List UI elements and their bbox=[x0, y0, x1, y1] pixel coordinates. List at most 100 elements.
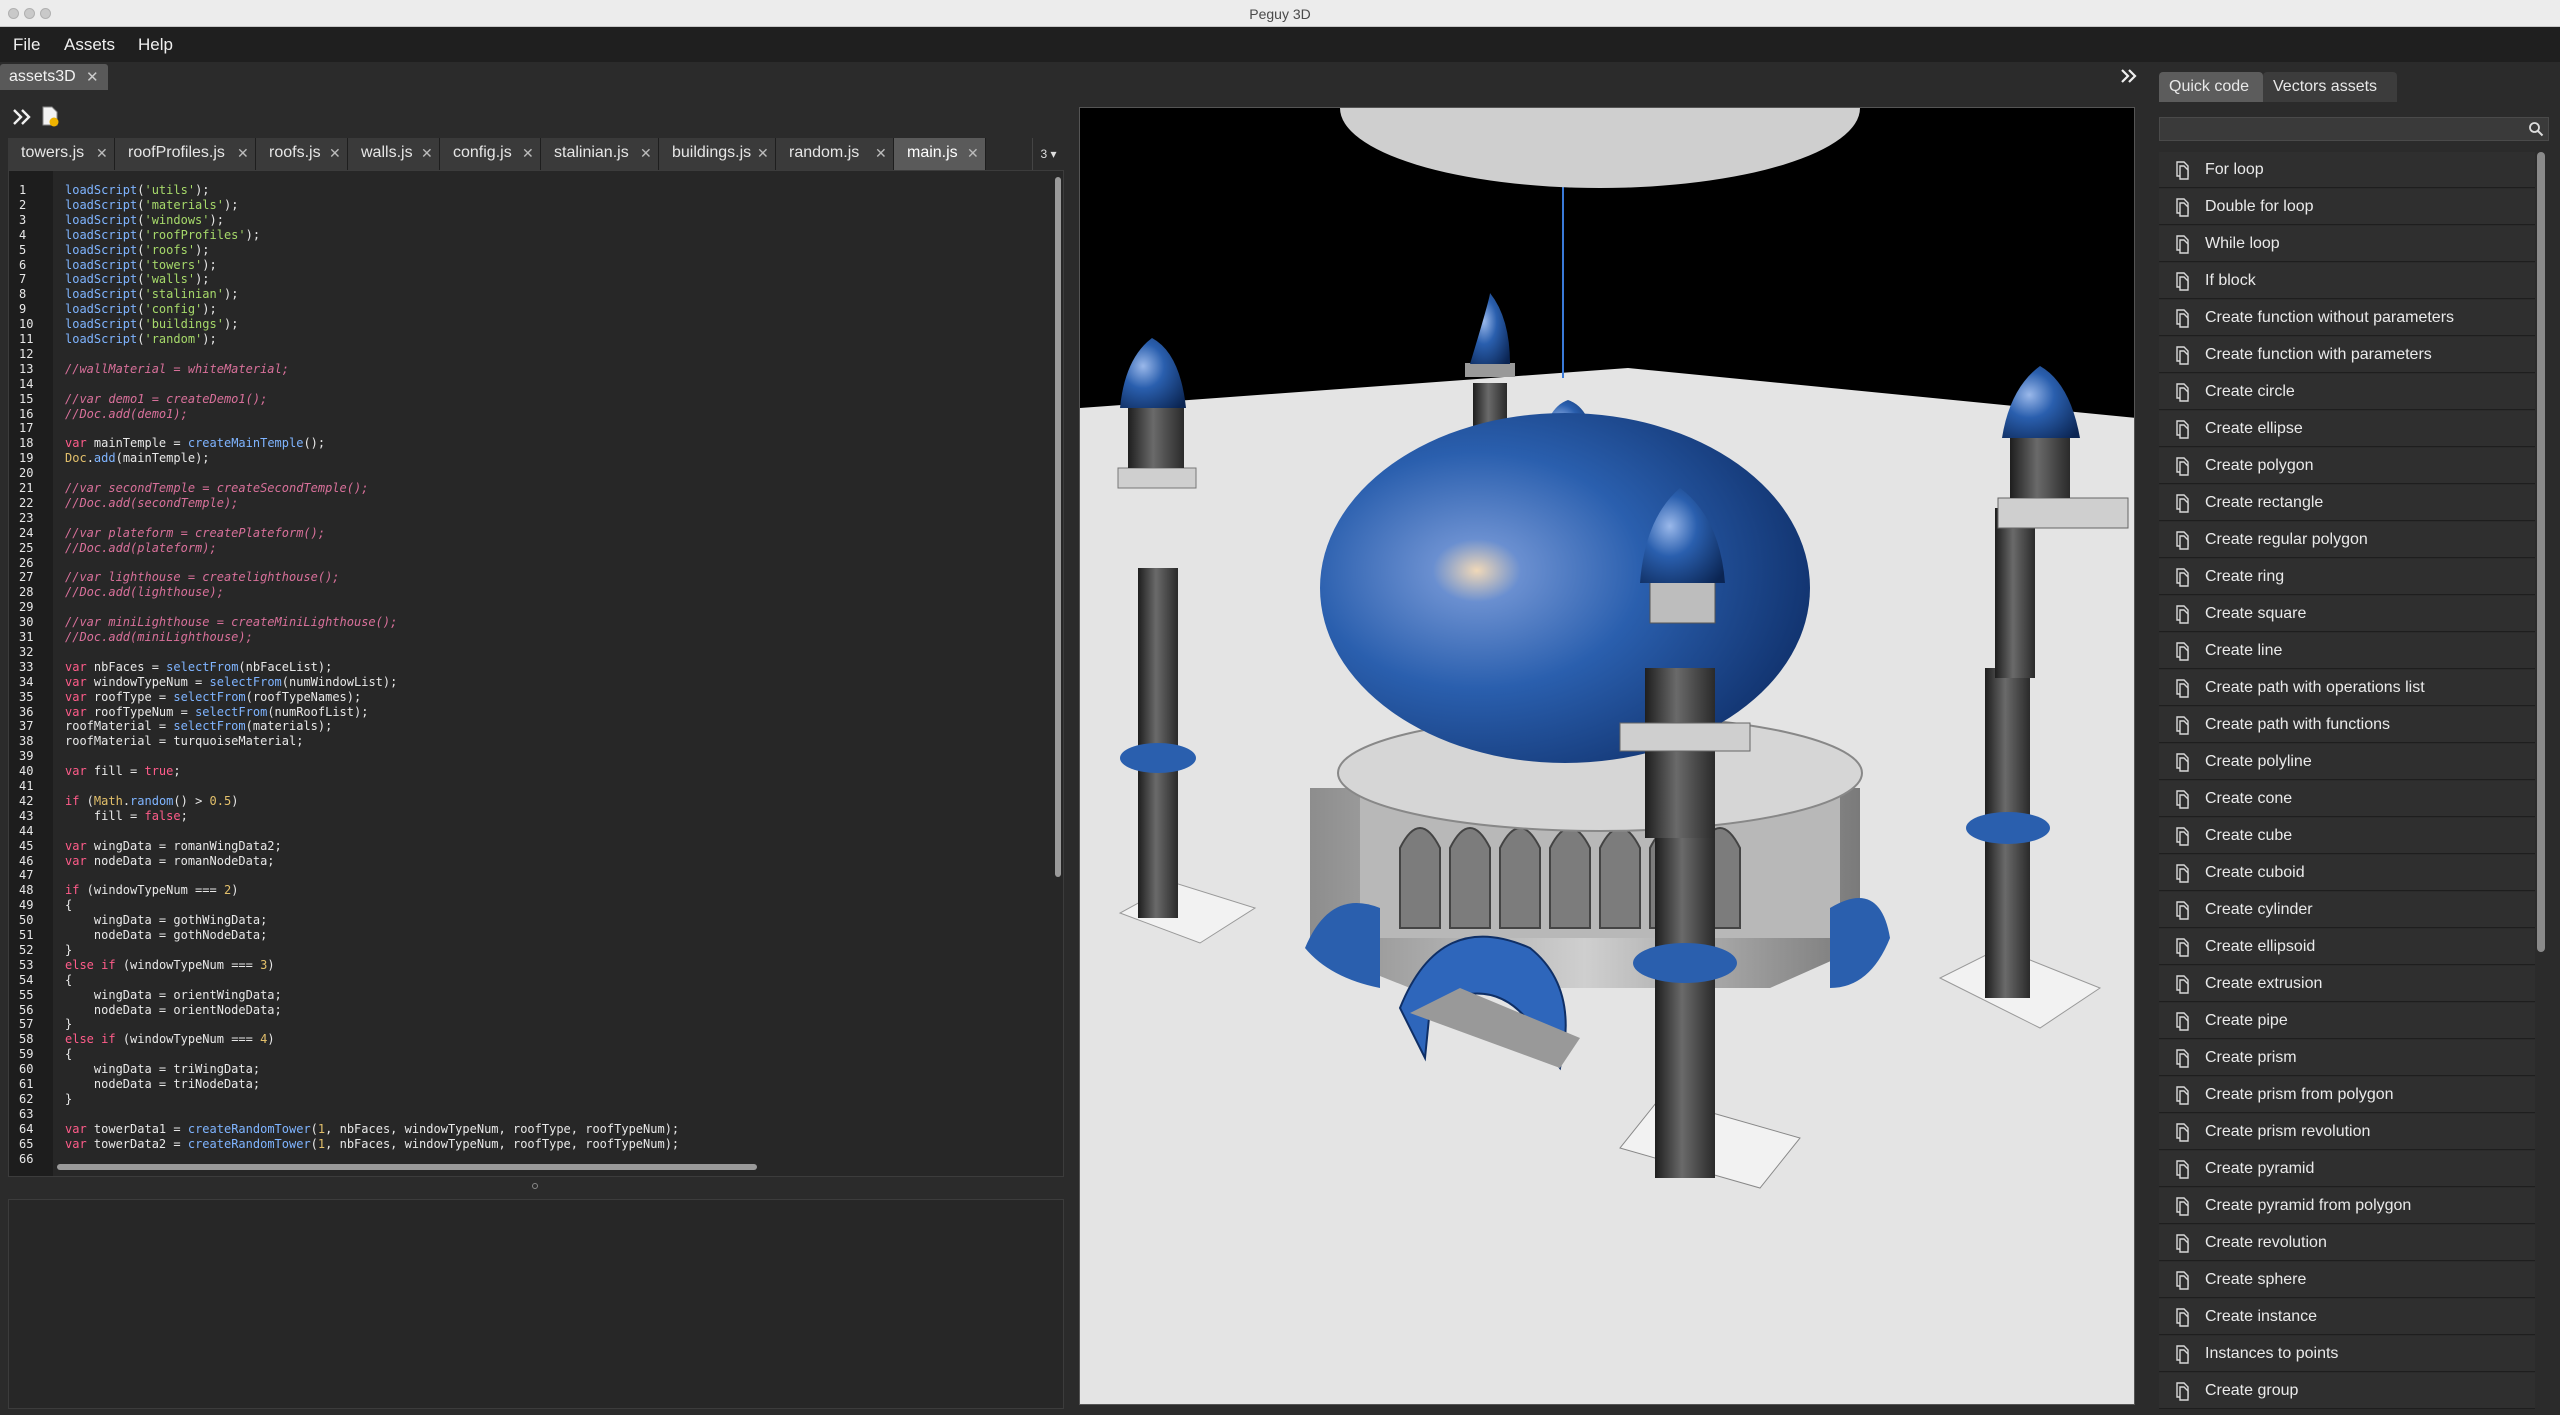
code-line[interactable]: roofMaterial = turquoiseMaterial; bbox=[65, 734, 303, 748]
quick-code-item[interactable]: Create prism bbox=[2159, 1040, 2535, 1076]
code-line[interactable]: loadScript('materials'); bbox=[65, 198, 238, 212]
code-line[interactable]: var mainTemple = createMainTemple(); bbox=[65, 436, 325, 450]
code-line[interactable]: if (windowTypeNum === 2) bbox=[65, 883, 238, 897]
code-line[interactable]: loadScript('roofProfiles'); bbox=[65, 228, 260, 242]
search-icon[interactable] bbox=[2528, 121, 2544, 137]
code-line[interactable]: fill = false; bbox=[65, 809, 188, 823]
quick-code-item[interactable]: Create function without parameters bbox=[2159, 300, 2535, 336]
tab-overflow-menu[interactable]: 3 ▾ bbox=[1032, 138, 1064, 170]
code-line[interactable]: } bbox=[65, 1017, 72, 1031]
code-line[interactable]: //var demo1 = createDemo1(); bbox=[65, 392, 267, 406]
code-line[interactable]: //Doc.add(demo1); bbox=[65, 407, 188, 421]
code-line[interactable]: else if (windowTypeNum === 3) bbox=[65, 958, 275, 972]
code-line[interactable]: { bbox=[65, 973, 72, 987]
quick-code-item[interactable]: Create instance bbox=[2159, 1299, 2535, 1335]
editor-vertical-scrollbar[interactable] bbox=[1055, 177, 1061, 877]
quick-code-item[interactable]: Create extrusion bbox=[2159, 966, 2535, 1002]
code-line[interactable]: if (Math.random() > 0.5) bbox=[65, 794, 238, 808]
code-line[interactable]: wingData = gothWingData; bbox=[65, 913, 267, 927]
code-line[interactable]: wingData = orientWingData; bbox=[65, 988, 282, 1002]
editor-horizontal-scrollbar[interactable] bbox=[57, 1164, 757, 1170]
close-icon[interactable]: ✕ bbox=[967, 145, 979, 162]
close-icon[interactable]: ✕ bbox=[329, 145, 341, 162]
tab-walls-js[interactable]: walls.js ✕ bbox=[348, 138, 440, 170]
code-line[interactable]: loadScript('windows'); bbox=[65, 213, 224, 227]
code-line[interactable]: else if (windowTypeNum === 4) bbox=[65, 1032, 275, 1046]
code-line[interactable]: var nodeData = romanNodeData; bbox=[65, 854, 275, 868]
code-line[interactable]: } bbox=[65, 943, 72, 957]
code-line[interactable]: } bbox=[65, 1092, 72, 1106]
code-line[interactable]: //var secondTemple = createSecondTemple(… bbox=[65, 481, 368, 495]
tab-random-js[interactable]: random.js ✕ bbox=[776, 138, 894, 170]
tab-config-js[interactable]: config.js ✕ bbox=[440, 138, 541, 170]
quick-code-item[interactable]: Create prism from polygon bbox=[2159, 1077, 2535, 1113]
quick-code-item[interactable]: Create line bbox=[2159, 633, 2535, 669]
close-icon[interactable]: ✕ bbox=[640, 145, 652, 162]
close-icon[interactable]: ✕ bbox=[96, 145, 108, 162]
code-line[interactable]: //Doc.add(secondTemple); bbox=[65, 496, 238, 510]
new-file-icon[interactable] bbox=[40, 106, 60, 128]
tab-roofprofiles-js[interactable]: roofProfiles.js ✕ bbox=[115, 138, 256, 170]
code-line[interactable]: loadScript('walls'); bbox=[65, 272, 210, 286]
quick-code-item[interactable]: Create path with operations list bbox=[2159, 670, 2535, 706]
quick-code-item[interactable]: Create ellipse bbox=[2159, 411, 2535, 447]
tab-main-js[interactable]: main.js ✕ bbox=[894, 138, 986, 170]
quick-code-item[interactable]: If block bbox=[2159, 263, 2535, 299]
quick-code-scrollbar[interactable] bbox=[2537, 152, 2545, 952]
quick-code-item[interactable]: For loop bbox=[2159, 152, 2535, 188]
quick-code-item[interactable]: Create cube bbox=[2159, 818, 2535, 854]
quick-code-item[interactable]: Create revolution bbox=[2159, 1225, 2535, 1261]
code-line[interactable]: loadScript('stalinian'); bbox=[65, 287, 238, 301]
editor-console-splitter[interactable] bbox=[8, 1177, 1064, 1199]
code-line[interactable]: loadScript('config'); bbox=[65, 302, 217, 316]
quick-code-item[interactable]: Create path with functions bbox=[2159, 707, 2535, 743]
document-tab-assets3d[interactable]: assets3D ✕ bbox=[0, 64, 108, 90]
expand-panel-icon[interactable] bbox=[2120, 68, 2138, 84]
close-icon[interactable]: ✕ bbox=[875, 145, 887, 162]
code-line[interactable]: //var lighthouse = createlighthouse(); bbox=[65, 570, 340, 584]
code-line[interactable]: var towerData1 = createRandomTower(1, nb… bbox=[65, 1122, 679, 1136]
menu-file[interactable]: File bbox=[13, 35, 40, 55]
tab-vectors-assets[interactable]: Vectors assets bbox=[2263, 72, 2397, 102]
3d-scene[interactable] bbox=[1080, 108, 2135, 1405]
tab-buildings-js[interactable]: buildings.js ✕ bbox=[659, 138, 776, 170]
code-line[interactable]: nodeData = orientNodeData; bbox=[65, 1003, 282, 1017]
close-icon[interactable]: ✕ bbox=[522, 145, 534, 162]
quick-code-item[interactable]: Create circle bbox=[2159, 374, 2535, 410]
code-line[interactable]: var roofType = selectFrom(roofTypeNames)… bbox=[65, 690, 361, 704]
code-line[interactable]: //wallMaterial = whiteMaterial; bbox=[65, 362, 289, 376]
quick-code-item[interactable]: Create prism revolution bbox=[2159, 1114, 2535, 1150]
quick-code-item[interactable]: Create rectangle bbox=[2159, 485, 2535, 521]
tab-quick-code[interactable]: Quick code bbox=[2159, 72, 2263, 102]
code-line[interactable]: Doc.add(mainTemple); bbox=[65, 451, 210, 465]
code-line[interactable]: loadScript('random'); bbox=[65, 332, 217, 346]
quick-code-item[interactable]: Instances to points bbox=[2159, 1336, 2535, 1372]
output-console[interactable] bbox=[8, 1199, 1064, 1409]
quick-code-item[interactable]: Create pipe bbox=[2159, 1003, 2535, 1039]
quick-code-item[interactable]: Create regular polygon bbox=[2159, 522, 2535, 558]
tab-stalinian-js[interactable]: stalinian.js ✕ bbox=[541, 138, 659, 170]
code-line[interactable]: var towerData2 = createRandomTower(1, nb… bbox=[65, 1137, 679, 1151]
code-line[interactable]: //Doc.add(miniLighthouse); bbox=[65, 630, 253, 644]
quick-code-item[interactable]: Create group bbox=[2159, 1373, 2535, 1409]
close-icon[interactable]: ✕ bbox=[86, 68, 99, 86]
close-icon[interactable]: ✕ bbox=[757, 145, 769, 162]
code-line[interactable]: wingData = triWingData; bbox=[65, 1062, 260, 1076]
tab-roofs-js[interactable]: roofs.js ✕ bbox=[256, 138, 348, 170]
code-line[interactable]: var roofTypeNum = selectFrom(numRoofList… bbox=[65, 705, 368, 719]
quick-code-item[interactable]: Create square bbox=[2159, 596, 2535, 632]
code-line[interactable]: //Doc.add(plateform); bbox=[65, 541, 217, 555]
close-icon[interactable]: ✕ bbox=[421, 145, 433, 162]
code-line[interactable]: var wingData = romanWingData2; bbox=[65, 839, 282, 853]
code-line[interactable]: //Doc.add(lighthouse); bbox=[65, 585, 224, 599]
quick-code-item[interactable]: Create pyramid bbox=[2159, 1151, 2535, 1187]
tab-towers-js[interactable]: towers.js ✕ bbox=[8, 138, 115, 170]
3d-viewport[interactable] bbox=[1079, 107, 2135, 1405]
code-line[interactable]: var nbFaces = selectFrom(nbFaceList); bbox=[65, 660, 332, 674]
code-line[interactable]: loadScript('towers'); bbox=[65, 258, 217, 272]
code-editor[interactable]: 1 2 3 4 5 6 7 8 9 10 11 12 13 14 15 16 17 18 19 20 21 22 23 24 2… bbox=[8, 170, 1064, 1177]
quick-code-item[interactable]: Double for loop bbox=[2159, 189, 2535, 225]
code-line[interactable]: var fill = true; bbox=[65, 764, 181, 778]
code-line[interactable]: nodeData = triNodeData; bbox=[65, 1077, 260, 1091]
quick-code-item[interactable]: While loop bbox=[2159, 226, 2535, 262]
